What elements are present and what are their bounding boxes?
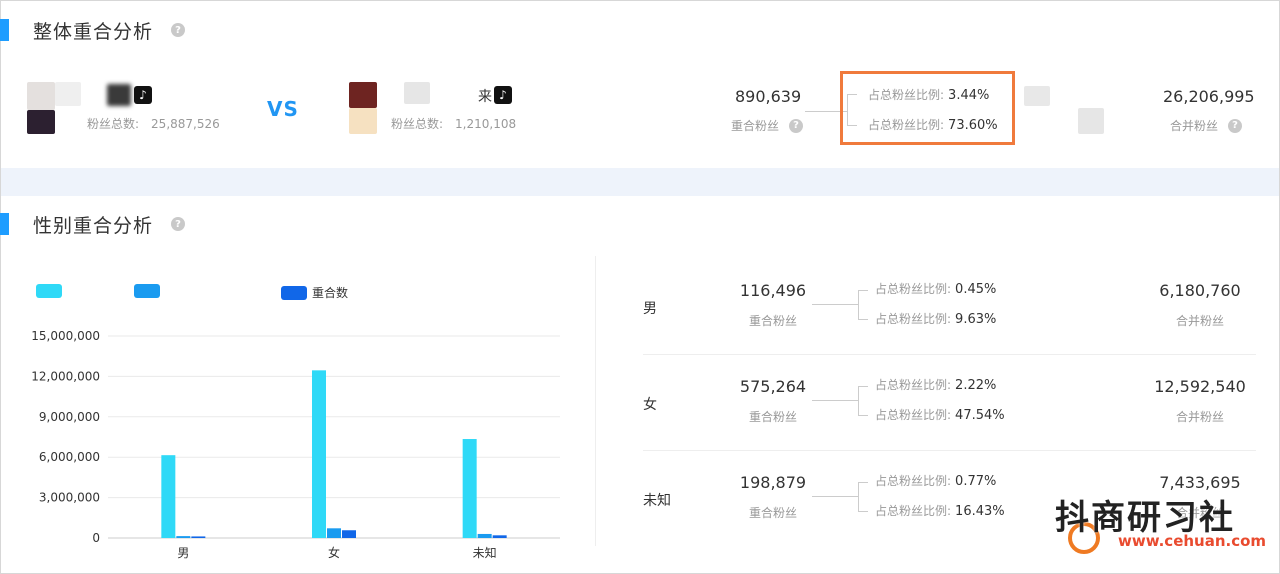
help-icon[interactable]: ?: [1228, 118, 1243, 133]
gender-merged-value: 6,180,760: [1159, 281, 1241, 300]
y-tick-label: 3,000,000: [39, 491, 100, 505]
overall-overlap-label: 重合粉丝?: [731, 117, 804, 134]
bar: [312, 370, 326, 538]
help-icon[interactable]: ?: [171, 23, 186, 37]
bar: [342, 530, 356, 538]
gender-ratio-a: 占总粉丝比例: 0.77%: [875, 474, 997, 489]
blurred-ratio-icon: [1078, 108, 1104, 134]
gender-row-label: 男: [643, 301, 657, 317]
connector-line: [858, 386, 868, 387]
gender-merged-label: 合并粉丝: [1175, 410, 1224, 424]
gender-ratio-b: 占总粉丝比例: 9.63%: [875, 312, 997, 327]
account-a-fans: 粉丝总数: 25,887,526: [87, 117, 220, 131]
gender-row-label: 未知: [643, 493, 671, 509]
y-tick-label: 6,000,000: [39, 450, 100, 464]
watermark-url: www.cehuan.com: [1118, 532, 1267, 550]
legend-item-a[interactable]: [36, 284, 68, 298]
account-b-fans: 粉丝总数: 1,210,108: [391, 117, 517, 131]
connector-line: [858, 290, 868, 291]
gender-merged-label: 合并粉丝: [1175, 314, 1224, 328]
tiktok-icon: ♪: [494, 86, 512, 104]
gender-overlap-value: 116,496: [739, 281, 807, 300]
highlight-box: [840, 71, 1015, 145]
section-accent-bar: [0, 213, 9, 235]
connector-line: [858, 290, 859, 319]
help-icon[interactable]: ?: [789, 118, 804, 133]
vs-label: VS: [267, 97, 299, 121]
blurred-ratio-icon: [1024, 86, 1050, 106]
section-accent-bar: [0, 19, 9, 41]
gender-overlap-label: 重合粉丝: [748, 314, 797, 328]
gender-ratio-a: 占总粉丝比例: 2.22%: [875, 378, 997, 393]
bar: [161, 455, 176, 538]
gender-overlap-value: 575,264: [739, 377, 807, 396]
bar: [492, 535, 507, 538]
gender-overlap-label: 重合粉丝: [748, 410, 797, 424]
gender-merged-value: 12,592,540: [1154, 377, 1246, 396]
gender-bar-chart: 0 3,000,000 6,000,000 9,000,000 12,000,000 15…: [31, 329, 560, 560]
connector-line: [858, 415, 868, 416]
y-tick-label: 15,000,000: [31, 329, 100, 343]
row-divider: [643, 450, 1256, 451]
connector-line: [858, 319, 868, 320]
panel-divider: [595, 256, 596, 546]
account-b-avatar-blur: [349, 108, 377, 134]
gender-ratio-a: 占总粉丝比例: 0.45%: [875, 282, 997, 297]
connector-line: [858, 386, 859, 415]
gender-title: 性别重合分析: [33, 214, 154, 237]
connector-line: [858, 482, 868, 483]
legend-label: 重合数: [312, 286, 349, 300]
gender-overlap-label: 重合粉丝: [748, 506, 797, 520]
legend-swatch: [36, 284, 62, 298]
overall-title: 整体重合分析: [33, 20, 154, 43]
legend-swatch: [134, 284, 160, 298]
connector-line: [812, 304, 858, 305]
bar: [477, 533, 492, 538]
x-tick-label: 男: [177, 546, 189, 560]
tiktok-icon: ♪: [134, 86, 152, 104]
account-b-avatar-blur: [349, 82, 377, 108]
account-a-avatar-blur: [55, 82, 81, 106]
account-a-name-blur: [107, 84, 131, 106]
account-b-name-fragment: 来: [478, 89, 492, 105]
legend-item-overlap[interactable]: 重合数: [281, 284, 348, 301]
row-divider: [643, 354, 1256, 355]
connector-line: [812, 400, 858, 401]
gender-ratio-b: 占总粉丝比例: 47.54%: [875, 408, 1005, 423]
overall-merged-label: 合并粉丝?: [1170, 117, 1243, 134]
gender-overlap-value: 198,879: [739, 473, 807, 492]
legend-swatch: [281, 285, 307, 300]
y-tick-label: 12,000,000: [31, 369, 100, 383]
bar: [191, 536, 206, 538]
gender-ratio-b: 占总粉丝比例: 16.43%: [875, 504, 1005, 519]
overall-overlap-value: 890,639: [735, 87, 802, 106]
bar: [327, 528, 341, 538]
overall-merged-value: 26,206,995: [1163, 87, 1255, 106]
section-separator-band: [1, 168, 1279, 196]
gender-row-label: 女: [643, 397, 657, 413]
y-tick-label: 0: [92, 531, 100, 545]
bar: [462, 439, 477, 538]
legend-item-b[interactable]: [134, 284, 166, 298]
account-b-name-blur: [404, 82, 430, 104]
account-a-avatar-blur: [27, 110, 55, 134]
account-a-avatar-blur: [27, 82, 55, 110]
x-tick-label: 女: [328, 545, 340, 560]
connector-line: [858, 511, 868, 512]
y-tick-label: 9,000,000: [39, 410, 100, 424]
help-icon[interactable]: ?: [171, 217, 186, 231]
connector-line: [812, 496, 858, 497]
gender-section-header: 性别重合分析 ?: [0, 212, 186, 237]
bar: [176, 536, 191, 538]
x-tick-label: 未知: [473, 546, 497, 560]
overall-section-header: 整体重合分析 ?: [0, 18, 186, 43]
connector-line: [858, 482, 859, 511]
